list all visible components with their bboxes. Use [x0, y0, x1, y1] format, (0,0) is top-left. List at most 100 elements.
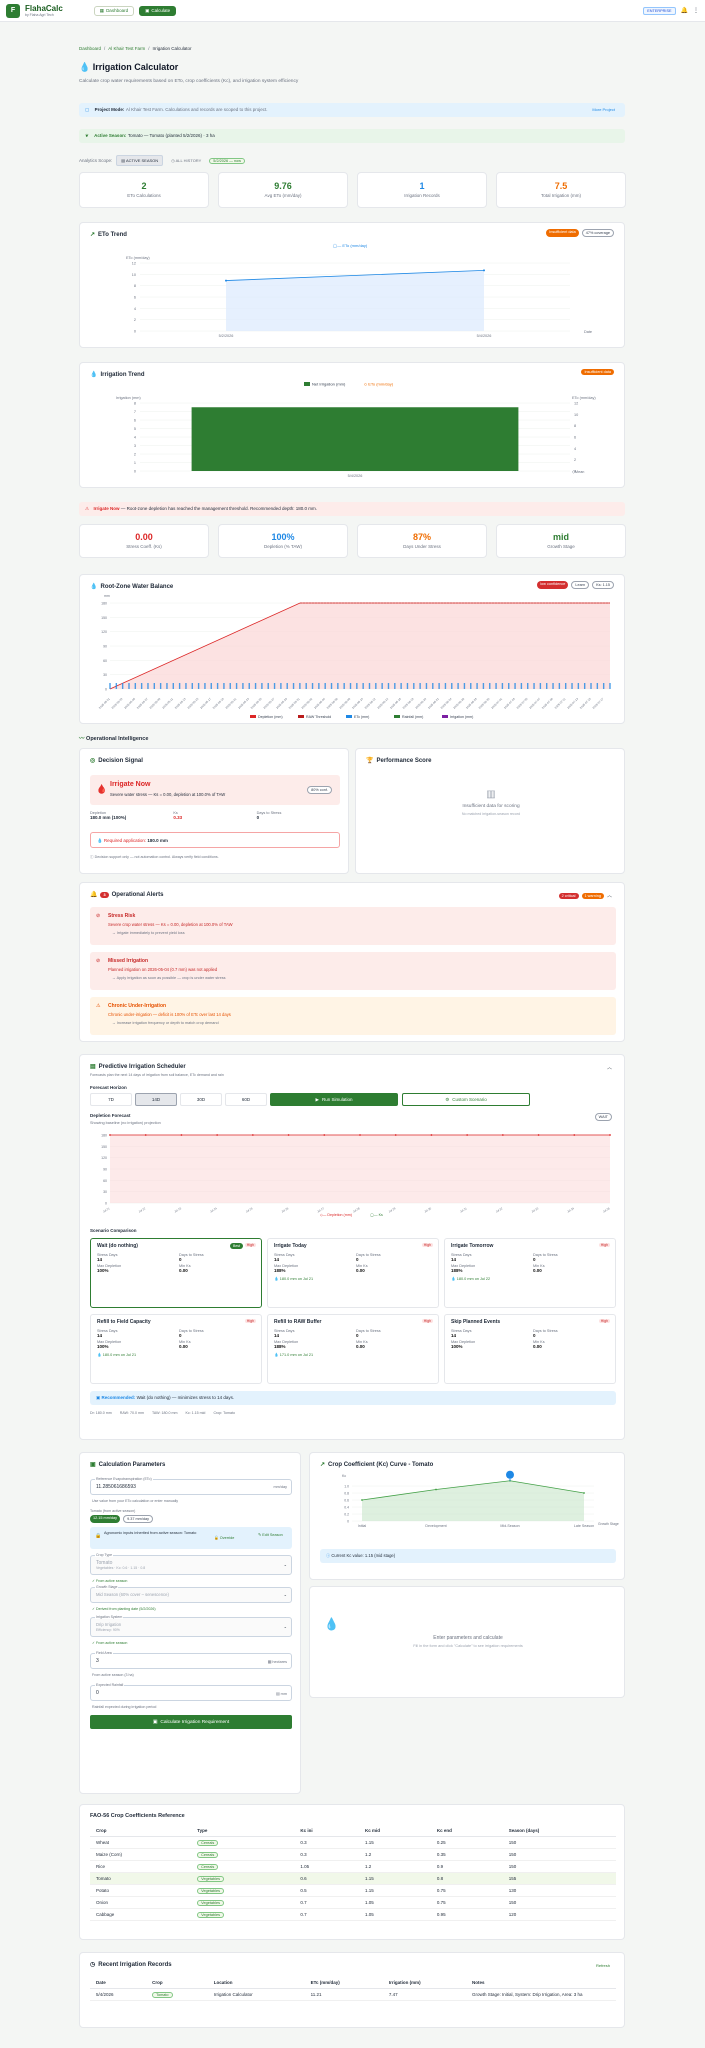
- irr-legend-eto: ◇ ETo (mm/day): [364, 382, 394, 387]
- forecast-point: [180, 1134, 183, 1136]
- custom-scenario-button[interactable]: ⚙ Custom Scenario: [402, 1093, 530, 1106]
- fao-cell: 1.2: [359, 1860, 431, 1873]
- horizon-button[interactable]: 14D: [135, 1093, 177, 1106]
- irrigation-trend-title: 💧 Irrigation Trend: [90, 371, 145, 379]
- root-xtick: 2026-05-27: [262, 697, 275, 710]
- scenario-min-ks: 0.00: [179, 1344, 188, 1349]
- scenario-card[interactable]: Irrigate Tomorrow High Stress Days 14 Days t…: [444, 1238, 616, 1308]
- scope-active-button[interactable]: ▤ ACTIVE SEASON: [116, 155, 164, 166]
- breadcrumb-home[interactable]: Dashboard: [79, 46, 101, 51]
- run-simulation-button[interactable]: ▶ Run Simulation: [270, 1093, 398, 1106]
- root-xtick: 2026-05-11: [161, 697, 174, 710]
- eto-tab-a[interactable]: 12.15 mm/day: [90, 1515, 121, 1523]
- root-ylabel: mm: [104, 594, 110, 598]
- scenario-card[interactable]: Wait (do nothing) Best High Stress Days 14 Da…: [90, 1238, 262, 1308]
- horizon-button[interactable]: 7D: [90, 1093, 132, 1106]
- irr-ytick-right: 8: [574, 424, 576, 428]
- root-etc-bar: [121, 683, 124, 689]
- risk-tag: High: [598, 1319, 610, 1323]
- horizon-button[interactable]: 60D: [225, 1093, 267, 1106]
- projection-toggle[interactable]: WAIT: [594, 1113, 612, 1121]
- root-etc-bar: [432, 683, 434, 689]
- eto-ytick: 0: [134, 330, 136, 334]
- root-etc-bar: [242, 683, 244, 689]
- root-xtick: 2026-07-13: [566, 697, 579, 710]
- alerts-title: 🔔 3 Operational Alerts: [90, 891, 163, 898]
- root-legend-label: Depletion (mm): [258, 715, 283, 719]
- breadcrumb-farm[interactable]: Al Khair Test Farm: [108, 46, 145, 51]
- scheduler-collapse-icon[interactable]: ︿: [607, 1064, 612, 1071]
- analytics-scope: Analytics Scope: ▤ ACTIVE SEASON ◷ ALL H…: [79, 155, 245, 166]
- rainfall-field[interactable]: Expected Rainfall 0 ▤ mm: [90, 1683, 292, 1701]
- kc-point: [361, 1499, 363, 1501]
- scope-range-chip: 5/2/2026 — now: [209, 157, 245, 164]
- forecast-ytick: 150: [101, 1145, 107, 1149]
- fao-cell: 155: [502, 1872, 616, 1885]
- root-ytick: 60: [103, 659, 107, 663]
- warning-badge: 1 warning: [581, 892, 604, 899]
- root-etc-bar: [229, 683, 231, 689]
- scenario-min-ks: 0.00: [179, 1268, 188, 1273]
- fao-cell: Cereals: [191, 1860, 295, 1873]
- system-from-active: ✓ From active season: [92, 1641, 128, 1645]
- fao-cell: Vegetables: [191, 1872, 295, 1885]
- curve-icon: ↗: [320, 1462, 326, 1468]
- root-xtick: 2026-06-26: [452, 697, 465, 710]
- stat-label: Total Irrigation (mm): [540, 193, 581, 198]
- stage-select[interactable]: Growth Stage Mid Season (60% cover – sen…: [90, 1585, 292, 1603]
- eto-point: [483, 269, 485, 272]
- root-xtick: 2026-07-09: [541, 697, 554, 710]
- edit-season-button[interactable]: ✎ Edit Season: [258, 1532, 288, 1537]
- fao-header: Kc end: [430, 1825, 503, 1837]
- crop-sub: Vegetables · Kc: 0.6 · 1.15 · 0.8: [96, 1566, 146, 1570]
- root-etc-bar: [292, 683, 295, 689]
- irr-ytick: 8: [134, 402, 136, 406]
- type-chip: Vegetables: [197, 1876, 224, 1882]
- root-etc-bar: [299, 683, 301, 689]
- calculate-button[interactable]: ▣ Calculate Irrigation Requirement: [90, 1715, 292, 1729]
- alert-title: Chronic Under-Irrigation: [108, 1003, 167, 1009]
- refresh-button[interactable]: Refresh: [596, 1963, 610, 1968]
- page-title-text: Irrigation Calculator: [92, 62, 179, 72]
- irr-ytick-right: 2: [574, 458, 576, 462]
- more-menu-icon[interactable]: ⋮: [693, 7, 699, 14]
- root-etc-bar: [451, 683, 453, 689]
- horizon-button[interactable]: 30D: [180, 1093, 222, 1106]
- learn-badge[interactable]: Learn: [571, 581, 590, 589]
- brand[interactable]: FlahaCalc by Flaha Agri Tech: [25, 4, 63, 17]
- scenario-card[interactable]: Skip Planned Events High Stress Days 14 Days…: [444, 1314, 616, 1384]
- operational-heading-text: Operational Intelligence: [86, 736, 149, 742]
- nav-calculate-button[interactable]: ▣ Calculate: [139, 5, 177, 16]
- fao-cell: 1.15: [359, 1884, 431, 1897]
- root-etc-bar: [337, 683, 339, 689]
- table-row: Tomato Vegetables 0.6 1.15 0.8 155: [90, 1872, 616, 1885]
- crop-from-active: ✓ From active season: [92, 1579, 128, 1583]
- collapse-icon[interactable]: ︿: [607, 892, 612, 899]
- area-field[interactable]: Field Area 3 ▦ hectares: [90, 1651, 292, 1669]
- bell-icon[interactable]: 🔔: [681, 7, 688, 14]
- fao-cell: 0.35: [430, 1848, 503, 1861]
- override-button[interactable]: 🔓 Override: [214, 1535, 234, 1540]
- nav-dashboard-button[interactable]: ▦ Dashboard: [93, 5, 135, 16]
- root-xtick: 2026-06-08: [338, 697, 351, 710]
- footer-item: Kc: 1.15 mid: [185, 1411, 206, 1415]
- calendar-clock-icon: ▤: [90, 1064, 96, 1070]
- scenario-min-ks: 0.00: [356, 1268, 365, 1273]
- stat-value: 7.5: [554, 181, 568, 191]
- scenario-card[interactable]: Refill to RAW Buffer High Stress Days 14 Day…: [267, 1314, 439, 1384]
- root-xtick: 2026-05-19: [212, 697, 225, 710]
- status-label: Stress Coeff. (Ks): [126, 544, 162, 549]
- system-select[interactable]: Irrigation System Drip Irrigation Effici…: [90, 1615, 292, 1637]
- eto-field[interactable]: Reference Evapotranspiration (ETo) 11.28…: [90, 1477, 292, 1495]
- scenario-card[interactable]: Refill to Field Capacity High Stress Days 1…: [90, 1314, 262, 1384]
- project-action-link[interactable]: More Project: [592, 107, 615, 112]
- scenario-card[interactable]: Irrigate Today High Stress Days 14 Days to S…: [267, 1238, 439, 1308]
- status-card: 87% Days Under Stress: [357, 524, 487, 558]
- performance-title-text: Performance Score: [376, 757, 432, 764]
- crop-select[interactable]: Crop Type Tomato Vegetables · Kc: 0.6 · …: [90, 1553, 292, 1575]
- scope-all-button[interactable]: ◷ ALL HISTORY: [167, 156, 205, 165]
- root-etc-bar: [153, 683, 156, 689]
- root-etc-bar: [273, 683, 276, 689]
- eto-tab-b[interactable]: 9.37 mm/day: [123, 1515, 154, 1523]
- calculator-icon: ▣: [145, 7, 150, 13]
